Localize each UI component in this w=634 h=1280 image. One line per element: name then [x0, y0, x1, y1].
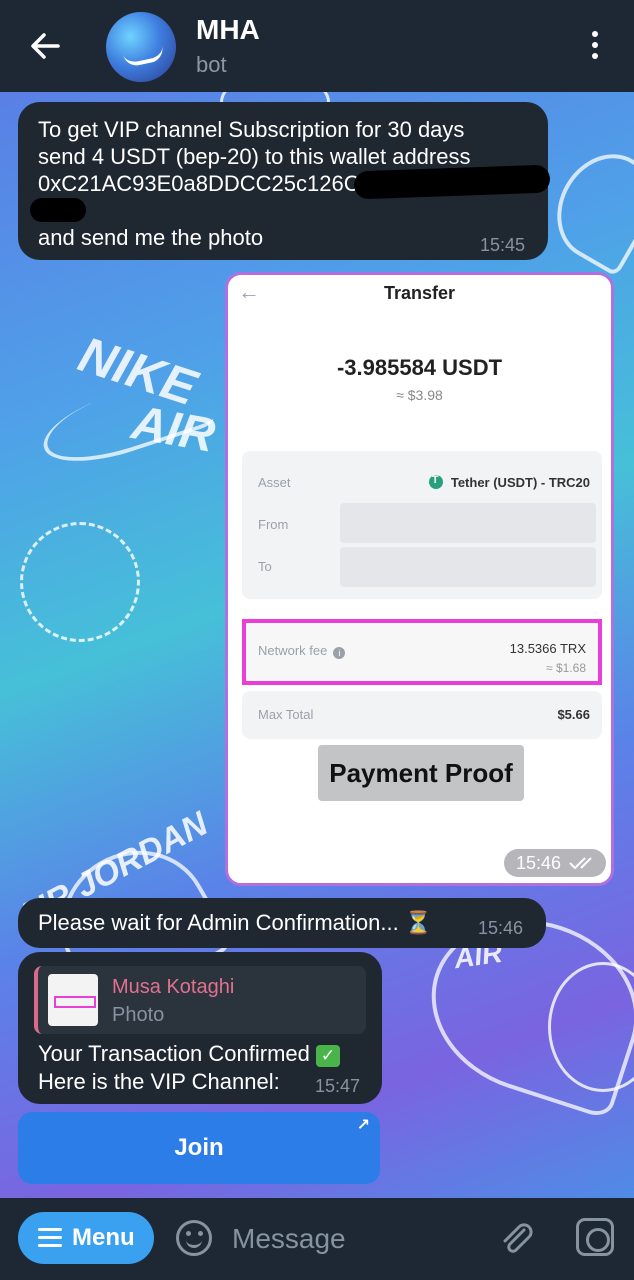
- transfer-details: Asset Tether (USDT) - TRC20 From To: [242, 451, 602, 599]
- transfer-amount: -3.985584 USDT: [336, 355, 503, 380]
- chat-subtitle: bot: [196, 52, 227, 77]
- chat-title[interactable]: MHA: [196, 14, 260, 46]
- to-value: [340, 547, 596, 587]
- to-label: To: [258, 559, 272, 574]
- message-time: 15:46: [478, 918, 524, 938]
- wallpaper-wing: [538, 136, 634, 278]
- max-total-row: Max Total $5.66: [242, 691, 602, 739]
- join-button[interactable]: Join ↗: [18, 1112, 380, 1184]
- back-arrow-icon[interactable]: [28, 28, 64, 64]
- fee-usd: ≈ $1.68: [546, 661, 586, 675]
- message-text: Your Transaction Confirmed ✓ Here is the…: [38, 1040, 341, 1096]
- tether-icon: [428, 474, 443, 489]
- asset-label: Asset: [258, 475, 291, 490]
- external-link-icon: ↗: [356, 1117, 370, 1134]
- photo-timestamp: 15:46: [504, 849, 606, 877]
- photo-message[interactable]: ← Transfer -3.985584 USDT ≈ $3.98 Asset …: [225, 272, 614, 886]
- emoji-icon[interactable]: [176, 1220, 212, 1256]
- reply-preview[interactable]: Musa Kotaghi Photo: [34, 966, 366, 1034]
- max-total-value: $5.66: [557, 707, 590, 722]
- message-input[interactable]: [232, 1216, 482, 1262]
- photo-header: ← Transfer: [228, 275, 611, 315]
- menu-button[interactable]: Menu: [18, 1212, 154, 1264]
- message-bubble-3[interactable]: Please wait for Admin Confirmation... ⏳ …: [18, 898, 546, 948]
- message-input-bar: Menu: [0, 1198, 634, 1280]
- message-text: and send me the photo: [38, 225, 264, 250]
- message-bubble-4[interactable]: Musa Kotaghi Photo Your Transaction Conf…: [18, 952, 382, 1104]
- message-text: Please wait for Admin Confirmation... ⏳: [38, 910, 433, 935]
- double-check-icon: [569, 857, 592, 870]
- reply-author: Musa Kotaghi: [112, 976, 235, 998]
- hamburger-icon: [38, 1228, 62, 1248]
- message-text: send 4 USDT (bep-20) to this wallet addr…: [38, 144, 471, 169]
- fee-label: Network fee i: [258, 643, 346, 659]
- message-time: 15:45: [480, 235, 526, 255]
- check-mark-icon: ✓: [316, 1045, 341, 1067]
- more-options-icon[interactable]: [583, 28, 607, 64]
- message-text: To get VIP channel Subscription for 30 d…: [38, 117, 465, 142]
- avatar[interactable]: [106, 12, 176, 82]
- photo-title: Transfer: [383, 283, 456, 303]
- message-bubble-1[interactable]: To get VIP channel Subscription for 30 d…: [18, 102, 551, 260]
- transfer-amount-usd: ≈ $3.98: [396, 387, 443, 403]
- from-value: [340, 503, 596, 543]
- network-fee-highlight: Network fee i 13.5366 TRX ≈ $1.68: [242, 619, 602, 685]
- max-total-label: Max Total: [258, 707, 314, 722]
- reply-type: Photo: [112, 1004, 165, 1026]
- wallpaper-scribble-2: [20, 522, 140, 642]
- reply-thumbnail: [48, 974, 98, 1026]
- chat-header: MHA bot: [0, 0, 634, 92]
- attachment-icon[interactable]: [496, 1218, 536, 1258]
- fee-value: 13.5366 TRX: [509, 641, 586, 656]
- camera-icon[interactable]: [576, 1218, 614, 1256]
- swoosh-icon: [122, 45, 166, 69]
- asset-value: Tether (USDT) - TRC20: [428, 474, 590, 490]
- payment-proof-label: Payment Proof: [318, 745, 524, 801]
- info-icon: i: [333, 647, 346, 659]
- message-time: 15:47: [315, 1076, 361, 1096]
- from-label: From: [258, 517, 289, 532]
- redaction-mark: [30, 198, 86, 222]
